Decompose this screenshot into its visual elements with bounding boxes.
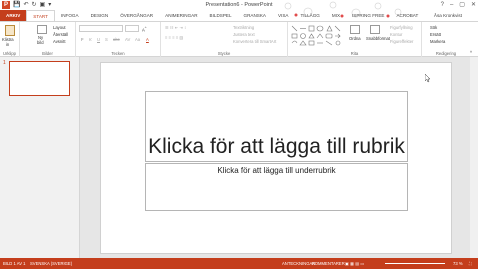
new-slide-label-2[interactable]: bild [37, 40, 44, 45]
fit-to-window-icon[interactable]: ⛶ [469, 261, 472, 266]
ribbon-tabs: ARKIV START INFOGA DESIGN ÖVERGÅNGAR ANI… [0, 10, 478, 21]
drawing-group: Ordna Snabbformat Figurfyllning Kontur F… [288, 22, 422, 57]
font-size-field[interactable] [125, 25, 139, 32]
vertical-scrollbar[interactable] [470, 57, 478, 258]
tab-mix[interactable]: MIX [326, 10, 346, 21]
paste-icon[interactable] [5, 25, 15, 36]
tab-view[interactable]: VISA [272, 10, 294, 21]
paragraph-group-label: Stycke [217, 51, 231, 56]
window-title: Presentation6 - PowerPoint [205, 2, 273, 8]
layout-button[interactable]: Layout [53, 25, 66, 30]
tab-slideshow[interactable]: BILDSPEL [204, 10, 238, 21]
tab-home[interactable]: START [26, 10, 55, 21]
align-icons[interactable]: ≡ ≡ ≡ ≡ ▥ [165, 35, 183, 40]
section-button[interactable]: Avsnitt [53, 39, 66, 44]
bold-button[interactable]: F [81, 37, 84, 42]
tab-acrobat[interactable]: ACROBAT [390, 10, 424, 21]
title-bar: P 💾 ↶ ↻ ▣ ▾ Presentation6 - PowerPoint ?… [0, 0, 478, 10]
slides-group-label: Bilder [42, 51, 53, 56]
status-bar: BILD 1 AV 1 SVENSKA (SVERIGE) ANTECKNING… [0, 258, 478, 269]
shapes-gallery-icon[interactable] [291, 25, 347, 47]
font-color-button[interactable]: A [146, 37, 149, 42]
close-button[interactable]: ✕ [471, 1, 476, 9]
strikethrough-button[interactable]: abc [113, 37, 120, 42]
text-direction-button[interactable]: Textriktning [233, 25, 254, 30]
find-button[interactable]: Sök [430, 25, 437, 30]
align-text-button[interactable]: Justera text [233, 32, 255, 37]
shape-effects-button[interactable]: Figureffekter [390, 39, 413, 44]
convert-smartart-button[interactable]: Konvertera till SmartArt [233, 39, 276, 44]
clipboard-group-label: Urklipp [2, 51, 17, 56]
editing-group-label: Redigering [435, 51, 457, 56]
editing-group: Sök Ersätt Markera Redigering [422, 22, 470, 57]
title-placeholder[interactable]: Klicka för att lägga till rubrik [145, 91, 408, 162]
paste-button-label-2[interactable]: in [6, 42, 9, 47]
tab-transitions[interactable]: ÖVERGÅNGAR [114, 10, 159, 21]
comments-button[interactable]: KOMMENTARER [312, 261, 345, 266]
replace-button[interactable]: Ersätt [430, 32, 441, 37]
quick-styles-button[interactable]: Snabbformat [366, 36, 390, 41]
zoom-slider[interactable] [385, 263, 445, 264]
slide-count-status: BILD 1 AV 1 [3, 261, 26, 266]
bullets-icon[interactable]: ☰ ☷ ⇤ ⇥ ↕ [165, 25, 186, 30]
font-name-field[interactable] [79, 25, 123, 32]
tab-ispring[interactable]: ISPRING FREE [346, 10, 390, 21]
shape-outline-button[interactable]: Kontur [390, 32, 402, 37]
subtitle-placeholder-text: Klicka för att lägga till underrubrik [217, 166, 336, 175]
slides-group: Ny bild Layout Återställ Avsnitt Bilder [20, 22, 76, 57]
paragraph-group: ☰ ☷ ⇤ ⇥ ↕ ≡ ≡ ≡ ≡ ▥ Textriktning Justera… [161, 22, 288, 57]
minimize-button[interactable]: – [450, 1, 453, 9]
language-status[interactable]: SVENSKA (SVERIGE) [30, 261, 72, 266]
ribbon: Klistra in Urklipp Ny bild Layout Återst… [0, 21, 478, 57]
notes-button[interactable]: ANTECKNINGAR [282, 261, 315, 266]
subtitle-placeholder[interactable]: Klicka för att lägga till underrubrik [145, 163, 408, 211]
change-case-button[interactable]: Aa [135, 37, 140, 42]
window-controls: ? – ▢ ✕ [441, 1, 476, 9]
reset-button[interactable]: Återställ [53, 32, 68, 37]
slide-number: 1 [3, 60, 6, 66]
tab-addins[interactable]: TILLÄGG [294, 10, 325, 21]
arrange-icon[interactable] [350, 25, 360, 34]
slide-canvas[interactable]: Klicka för att lägga till rubrik Klicka … [100, 62, 452, 254]
spacing-button[interactable]: AV [125, 37, 130, 42]
select-button[interactable]: Markera [430, 39, 445, 44]
help-button[interactable]: ? [441, 1, 444, 9]
slide-thumbnail[interactable] [9, 61, 70, 96]
tab-file[interactable]: ARKIV [0, 10, 27, 21]
maximize-button[interactable]: ▢ [459, 1, 465, 9]
quick-styles-icon[interactable] [370, 25, 380, 34]
tab-review[interactable]: GRANSKA [238, 10, 272, 21]
user-account[interactable]: Åsa Kronkvist [434, 10, 478, 21]
grow-font-icon[interactable]: A^ [142, 26, 146, 32]
title-placeholder-text: Klicka för att lägga till rubrik [148, 134, 405, 158]
mouse-pointer-icon [425, 74, 431, 83]
shadow-button[interactable]: S [105, 37, 108, 42]
tab-insert[interactable]: INFOGA [55, 10, 85, 21]
tab-design[interactable]: DESIGN [85, 10, 115, 21]
font-group-label: Tecken [111, 51, 125, 56]
zoom-level[interactable]: 73 % [453, 261, 463, 266]
collapse-ribbon-icon[interactable]: ^ [470, 50, 472, 55]
view-buttons[interactable]: ▣ ▦ ▤ ▭ [345, 261, 364, 266]
tab-animations[interactable]: ANIMERINGAR [159, 10, 203, 21]
font-group: A^ F K U S abc AV Aa A Tecken [76, 22, 161, 57]
italic-button[interactable]: K [89, 37, 92, 42]
slide-thumbnail-pane: 1 [0, 57, 80, 258]
clipboard-group: Klistra in Urklipp [0, 22, 20, 57]
drawing-group-label: Rita [350, 51, 359, 56]
arrange-button[interactable]: Ordna [349, 36, 361, 41]
shape-fill-button[interactable]: Figurfyllning [390, 25, 413, 30]
underline-button[interactable]: U [97, 37, 100, 42]
new-slide-icon[interactable] [37, 25, 47, 34]
